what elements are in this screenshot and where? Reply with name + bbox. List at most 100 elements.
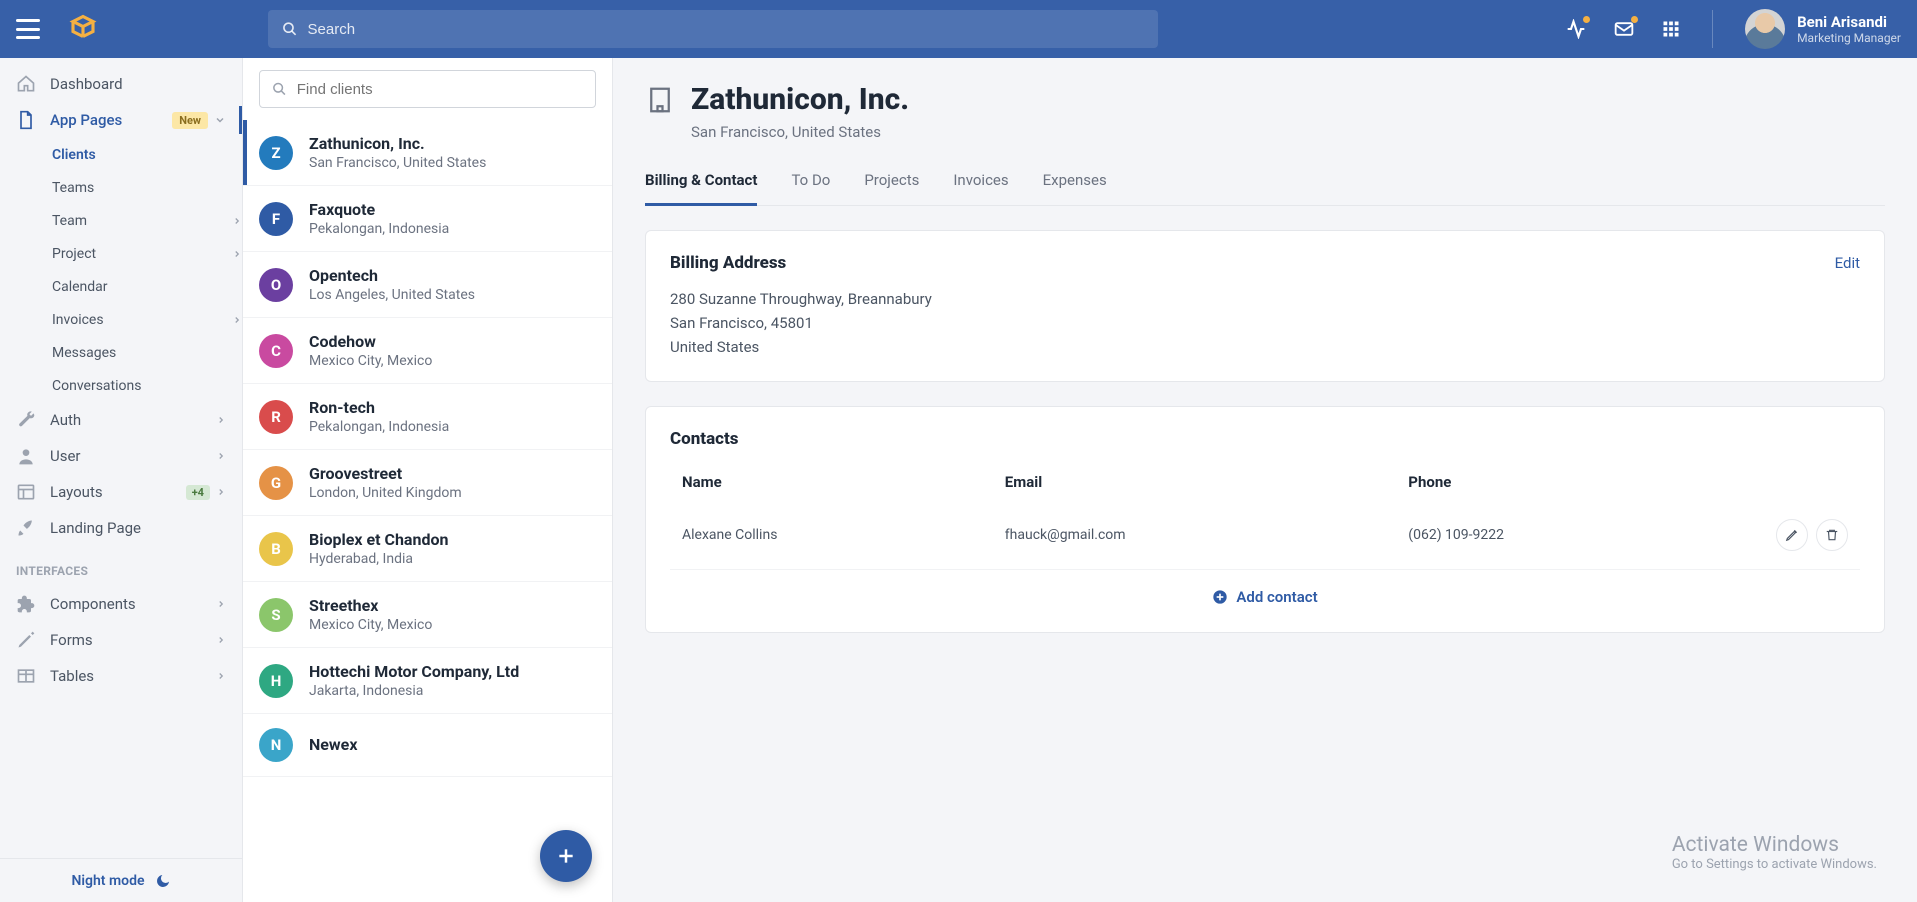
- app-header: Beni Arisandi Marketing Manager: [0, 0, 1917, 58]
- sidebar-item-tables[interactable]: Tables: [0, 658, 242, 694]
- chevron-right-icon: [216, 599, 226, 609]
- sidebar-sub-team[interactable]: Team: [0, 204, 242, 237]
- table-icon: [16, 666, 36, 686]
- add-client-fab[interactable]: [540, 830, 592, 882]
- user-name: Beni Arisandi: [1797, 13, 1901, 31]
- search-icon: [272, 81, 287, 97]
- client-list-item[interactable]: S Streethex Mexico City, Mexico: [243, 582, 612, 648]
- client-location: Pekalongan, Indonesia: [309, 221, 449, 237]
- client-list-item[interactable]: H Hottechi Motor Company, Ltd Jakarta, I…: [243, 648, 612, 714]
- client-avatar: O: [259, 268, 293, 302]
- client-list-item[interactable]: N Newex: [243, 714, 612, 777]
- puzzle-icon: [16, 594, 36, 614]
- company-location: San Francisco, United States: [691, 123, 1885, 141]
- hamburger-icon[interactable]: [16, 19, 40, 39]
- moon-icon: [155, 873, 171, 889]
- home-icon: [16, 74, 36, 94]
- windows-watermark: Activate Windows Go to Settings to activ…: [1672, 833, 1877, 872]
- delete-contact-button[interactable]: [1816, 519, 1848, 551]
- global-search-input[interactable]: [308, 21, 1144, 38]
- user-icon: [16, 446, 36, 466]
- contact-row: Alexane Collins fhauck@gmail.com (062) 1…: [670, 501, 1860, 570]
- sidebar-sub-conversations[interactable]: Conversations: [0, 369, 242, 402]
- client-avatar: S: [259, 598, 293, 632]
- sidebar-item-layouts[interactable]: Layouts +4: [0, 474, 242, 510]
- night-mode-toggle[interactable]: Night mode: [0, 858, 242, 902]
- client-location: London, United Kingdom: [309, 485, 462, 501]
- tab-expenses[interactable]: Expenses: [1043, 171, 1107, 205]
- plus-icon: [556, 846, 576, 866]
- contacts-table-header: Name Email Phone: [670, 463, 1860, 501]
- client-search-input[interactable]: [297, 81, 583, 98]
- contact-email: fhauck@gmail.com: [1005, 527, 1409, 543]
- client-name: Opentech: [309, 266, 475, 285]
- client-name: Hottechi Motor Company, Ltd: [309, 662, 519, 681]
- sidebar-sub-project[interactable]: Project: [0, 237, 242, 270]
- sidebar-item-user[interactable]: User: [0, 438, 242, 474]
- client-list-item[interactable]: G Groovestreet London, United Kingdom: [243, 450, 612, 516]
- tab-todo[interactable]: To Do: [791, 171, 830, 205]
- sidebar-section-interfaces: INTERFACES: [0, 546, 242, 586]
- client-list-item[interactable]: Z Zathunicon, Inc. San Francisco, United…: [243, 120, 612, 186]
- client-list-panel: Z Zathunicon, Inc. San Francisco, United…: [243, 58, 613, 902]
- sidebar-item-dashboard[interactable]: Dashboard: [0, 66, 242, 102]
- edit-billing-link[interactable]: Edit: [1835, 254, 1860, 272]
- client-name: Streethex: [309, 596, 432, 615]
- activity-icon[interactable]: [1566, 19, 1586, 39]
- sidebar-sub-calendar[interactable]: Calendar: [0, 270, 242, 303]
- sidebar-item-forms[interactable]: Forms: [0, 622, 242, 658]
- sidebar-sub-clients[interactable]: Clients: [0, 138, 242, 171]
- search-icon: [282, 21, 298, 37]
- client-location: Jakarta, Indonesia: [309, 683, 519, 699]
- chevron-right-icon: [232, 249, 242, 259]
- edit-contact-button[interactable]: [1776, 519, 1808, 551]
- client-list-item[interactable]: B Bioplex et Chandon Hyderabad, India: [243, 516, 612, 582]
- client-name: Groovestreet: [309, 464, 462, 483]
- client-name: Zathunicon, Inc.: [309, 134, 486, 153]
- client-list-item[interactable]: O Opentech Los Angeles, United States: [243, 252, 612, 318]
- tab-billing[interactable]: Billing & Contact: [645, 171, 757, 206]
- avatar: [1745, 9, 1785, 49]
- client-name: Ron-tech: [309, 398, 449, 417]
- rocket-icon: [16, 518, 36, 538]
- detail-tabs: Billing & Contact To Do Projects Invoice…: [645, 171, 1885, 206]
- add-contact-button[interactable]: Add contact: [670, 570, 1860, 610]
- chevron-down-icon: [214, 114, 226, 126]
- tab-invoices[interactable]: Invoices: [953, 171, 1008, 205]
- layout-icon: [16, 482, 36, 502]
- wrench-icon: [16, 410, 36, 430]
- chevron-right-icon: [216, 415, 226, 425]
- user-menu[interactable]: Beni Arisandi Marketing Manager: [1745, 9, 1901, 49]
- client-name: Bioplex et Chandon: [309, 530, 448, 549]
- sidebar-item-app-pages[interactable]: App Pages New: [0, 102, 242, 138]
- sidebar-item-auth[interactable]: Auth: [0, 402, 242, 438]
- header-divider: [1712, 10, 1713, 48]
- contact-name: Alexane Collins: [682, 527, 1005, 543]
- contact-phone: (062) 109-9222: [1408, 527, 1758, 543]
- sidebar-sub-invoices[interactable]: Invoices: [0, 303, 242, 336]
- client-location: Mexico City, Mexico: [309, 353, 432, 369]
- sidebar-sub-teams[interactable]: Teams: [0, 171, 242, 204]
- company-title: Zathunicon, Inc.: [691, 82, 909, 117]
- contacts-title: Contacts: [670, 429, 739, 449]
- client-list-item[interactable]: F Faxquote Pekalongan, Indonesia: [243, 186, 612, 252]
- client-location: Pekalongan, Indonesia: [309, 419, 449, 435]
- chevron-right-icon: [216, 451, 226, 461]
- client-search[interactable]: [259, 70, 596, 108]
- tab-projects[interactable]: Projects: [864, 171, 919, 205]
- global-search[interactable]: [268, 10, 1158, 48]
- sidebar-item-landing[interactable]: Landing Page: [0, 510, 242, 546]
- client-list-item[interactable]: C Codehow Mexico City, Mexico: [243, 318, 612, 384]
- chevron-right-icon: [216, 635, 226, 645]
- pencil-icon: [16, 630, 36, 650]
- user-role: Marketing Manager: [1797, 31, 1901, 45]
- apps-grid-icon[interactable]: [1662, 20, 1680, 38]
- mail-icon[interactable]: [1614, 19, 1634, 39]
- sidebar-item-components[interactable]: Components: [0, 586, 242, 622]
- count-badge: +4: [186, 485, 210, 500]
- sidebar-sub-messages[interactable]: Messages: [0, 336, 242, 369]
- client-location: Hyderabad, India: [309, 551, 448, 567]
- chevron-right-icon: [232, 216, 242, 226]
- client-avatar: F: [259, 202, 293, 236]
- client-list-item[interactable]: R Ron-tech Pekalongan, Indonesia: [243, 384, 612, 450]
